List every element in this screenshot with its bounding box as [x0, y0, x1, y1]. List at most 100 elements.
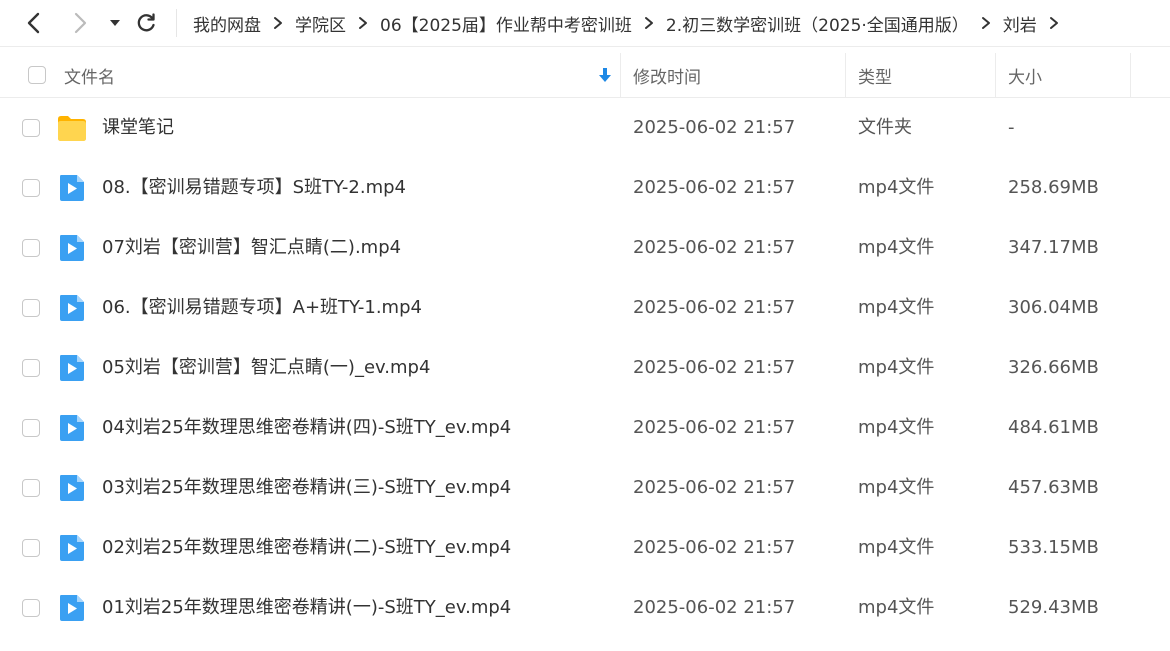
file-size: 457.63MB [1008, 477, 1099, 498]
file-name[interactable]: 08.【密训易错题专项】S班TY-2.mp4 [102, 158, 406, 218]
video-file-icon [57, 414, 87, 442]
file-row-video[interactable]: 03刘岩25年数理思维密卷精讲(三)-S班TY_ev.mp4 2025-06-0… [0, 458, 1170, 518]
column-divider[interactable] [1130, 53, 1131, 97]
file-type: mp4文件 [858, 477, 935, 498]
column-header-size[interactable]: 大小 [1008, 53, 1042, 97]
video-file-icon [57, 594, 87, 622]
file-size: 529.43MB [1008, 597, 1099, 618]
file-modified: 2025-06-02 21:57 [633, 597, 796, 618]
file-modified: 2025-06-02 21:57 [633, 117, 796, 138]
file-size: 347.17MB [1008, 237, 1099, 258]
select-all-cell [28, 53, 46, 97]
row-checkbox[interactable] [22, 359, 40, 377]
file-type: mp4文件 [858, 537, 935, 558]
sort-descending-icon[interactable] [598, 66, 612, 84]
breadcrumb-item-subject[interactable]: 2.初三数学密训班（2025·全国通用版） [666, 11, 969, 36]
row-checkbox-wrap [22, 419, 40, 437]
column-header-type[interactable]: 类型 [858, 53, 892, 97]
file-size: 258.69MB [1008, 177, 1099, 198]
video-file-icon [57, 234, 87, 262]
breadcrumb-separator [969, 16, 1003, 30]
file-type: mp4文件 [858, 597, 935, 618]
file-type: mp4文件 [858, 237, 935, 258]
file-type: mp4文件 [858, 177, 935, 198]
file-modified: 2025-06-02 21:57 [633, 177, 796, 198]
row-checkbox-wrap [22, 179, 40, 197]
breadcrumb-item-current[interactable]: 刘岩 [1003, 11, 1037, 36]
breadcrumb: 我的网盘 学院区 06【2025届】作业帮中考密训班 2.初三数学密训班（202… [193, 0, 1071, 46]
row-checkbox-wrap [22, 119, 40, 137]
file-row-video[interactable]: 02刘岩25年数理思维密卷精讲(二)-S班TY_ev.mp4 2025-06-0… [0, 518, 1170, 578]
file-name[interactable]: 01刘岩25年数理思维密卷精讲(一)-S班TY_ev.mp4 [102, 578, 511, 638]
row-checkbox[interactable] [22, 299, 40, 317]
row-checkbox-wrap [22, 479, 40, 497]
file-type: mp4文件 [858, 417, 935, 438]
row-checkbox[interactable] [22, 599, 40, 617]
nav-divider [176, 9, 177, 37]
file-size: 306.04MB [1008, 297, 1099, 318]
file-list-header: 文件名 修改时间 类型 大小 [0, 53, 1170, 98]
file-name[interactable]: 04刘岩25年数理思维密卷精讲(四)-S班TY_ev.mp4 [102, 398, 511, 458]
file-name[interactable]: 课堂笔记 [102, 98, 174, 158]
chevron-right-icon [1049, 17, 1058, 29]
row-checkbox[interactable] [22, 119, 40, 137]
column-divider[interactable] [845, 53, 846, 97]
row-checkbox-wrap [22, 299, 40, 317]
breadcrumb-item-my-drive[interactable]: 我的网盘 [193, 11, 261, 36]
file-modified: 2025-06-02 21:57 [633, 357, 796, 378]
row-checkbox-wrap [22, 239, 40, 257]
column-header-modified[interactable]: 修改时间 [633, 53, 701, 97]
breadcrumb-separator [261, 16, 295, 30]
row-checkbox[interactable] [22, 239, 40, 257]
file-type: mp4文件 [858, 357, 935, 378]
history-dropdown-button[interactable] [106, 8, 124, 38]
file-modified: 2025-06-02 21:57 [633, 297, 796, 318]
file-size: 533.15MB [1008, 537, 1099, 558]
video-file-icon [57, 354, 87, 382]
file-list: 课堂笔记 2025-06-02 21:57 文件夹 - 08.【密训易错题专项】… [0, 98, 1170, 638]
file-size: 326.66MB [1008, 357, 1099, 378]
breadcrumb-item-course[interactable]: 06【2025届】作业帮中考密训班 [380, 11, 632, 36]
file-name[interactable]: 06.【密训易错题专项】A+班TY-1.mp4 [102, 278, 422, 338]
row-checkbox[interactable] [22, 479, 40, 497]
forward-button[interactable] [66, 8, 94, 38]
breadcrumb-separator [632, 16, 666, 30]
video-file-icon [57, 174, 87, 202]
file-row-folder[interactable]: 课堂笔记 2025-06-02 21:57 文件夹 - [0, 98, 1170, 158]
file-modified: 2025-06-02 21:57 [633, 537, 796, 558]
breadcrumb-item-academy[interactable]: 学院区 [295, 11, 346, 36]
file-row-video[interactable]: 08.【密训易错题专项】S班TY-2.mp4 2025-06-02 21:57 … [0, 158, 1170, 218]
column-divider[interactable] [995, 53, 996, 97]
chevron-left-icon [27, 12, 40, 34]
back-button[interactable] [20, 8, 48, 38]
row-checkbox[interactable] [22, 419, 40, 437]
video-file-icon [57, 474, 87, 502]
file-row-video[interactable]: 07刘岩【密训营】智汇点睛(二).mp4 2025-06-02 21:57 mp… [0, 218, 1170, 278]
file-name[interactable]: 02刘岩25年数理思维密卷精讲(二)-S班TY_ev.mp4 [102, 518, 511, 578]
file-modified: 2025-06-02 21:57 [633, 477, 796, 498]
select-all-checkbox[interactable] [28, 66, 46, 84]
file-type: mp4文件 [858, 297, 935, 318]
row-checkbox[interactable] [22, 179, 40, 197]
file-name[interactable]: 07刘岩【密训营】智汇点睛(二).mp4 [102, 218, 401, 278]
file-row-video[interactable]: 05刘岩【密训营】智汇点睛(一)_ev.mp4 2025-06-02 21:57… [0, 338, 1170, 398]
chevron-right-icon [274, 17, 282, 29]
folder-icon [57, 114, 87, 142]
row-checkbox[interactable] [22, 539, 40, 557]
file-type: 文件夹 [858, 117, 912, 138]
file-name[interactable]: 03刘岩25年数理思维密卷精讲(三)-S班TY_ev.mp4 [102, 458, 511, 518]
file-name[interactable]: 05刘岩【密训营】智汇点睛(一)_ev.mp4 [102, 338, 430, 398]
chevron-right-icon [74, 12, 87, 34]
column-divider[interactable] [620, 53, 621, 97]
file-row-video[interactable]: 01刘岩25年数理思维密卷精讲(一)-S班TY_ev.mp4 2025-06-0… [0, 578, 1170, 638]
row-checkbox-wrap [22, 359, 40, 377]
file-row-video[interactable]: 06.【密训易错题专项】A+班TY-1.mp4 2025-06-02 21:57… [0, 278, 1170, 338]
refresh-button[interactable] [132, 8, 160, 38]
caret-down-icon [110, 20, 120, 26]
chevron-right-icon [981, 17, 990, 29]
video-file-icon [57, 534, 87, 562]
file-size: 484.61MB [1008, 417, 1099, 438]
file-row-video[interactable]: 04刘岩25年数理思维密卷精讲(四)-S班TY_ev.mp4 2025-06-0… [0, 398, 1170, 458]
breadcrumb-separator [1037, 16, 1071, 30]
column-header-name[interactable]: 文件名 [64, 53, 115, 97]
